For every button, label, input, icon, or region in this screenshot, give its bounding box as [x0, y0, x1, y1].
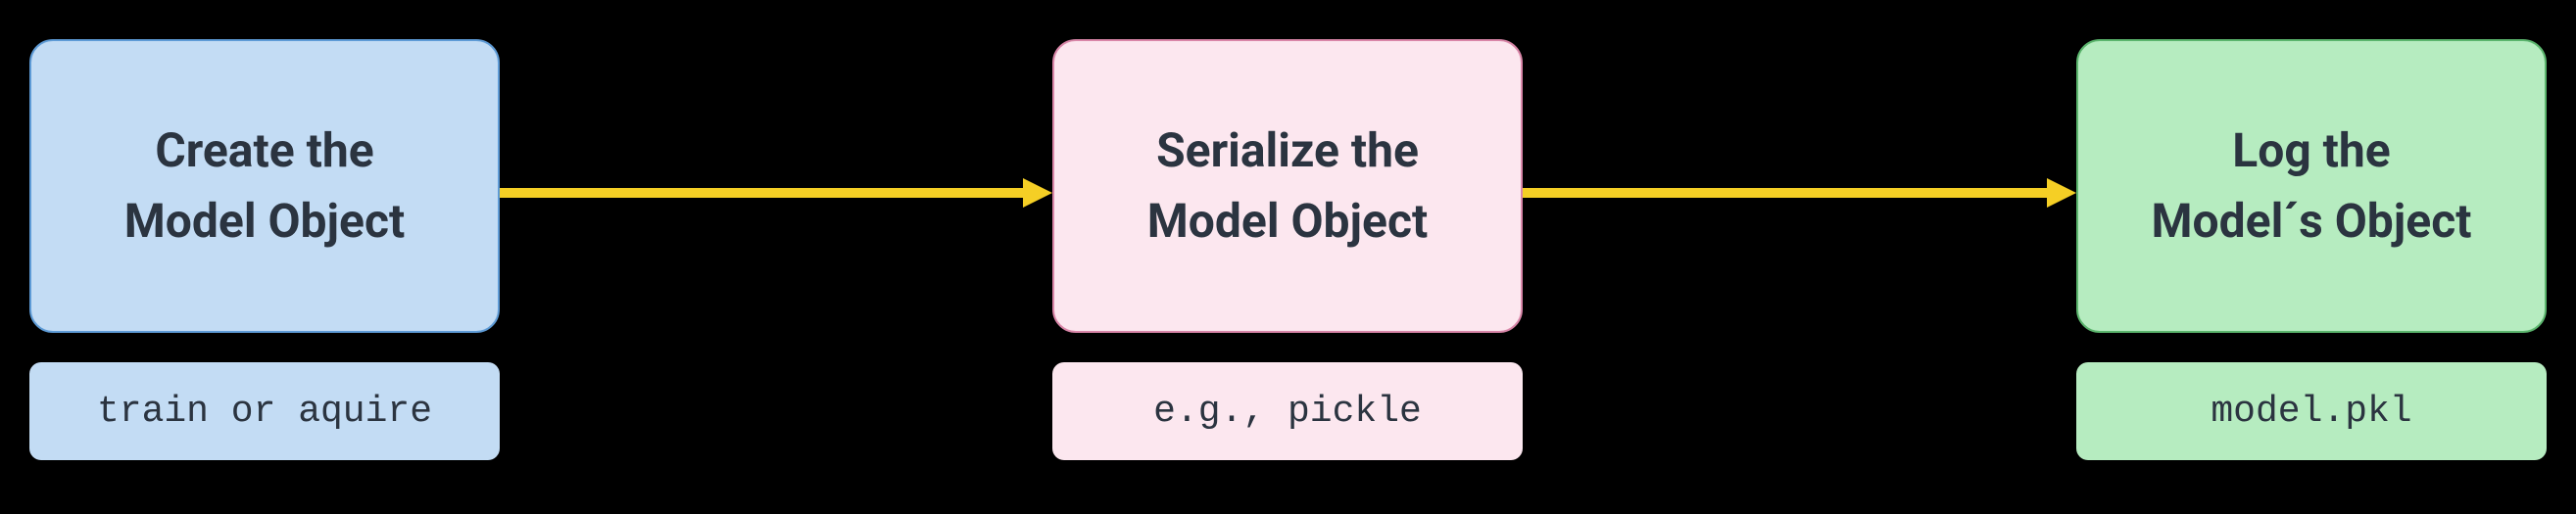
step-serialize-title-1: Serialize the — [1156, 126, 1419, 175]
step-create-title-2: Model Object — [124, 197, 405, 246]
step-create-sub: train or aquire — [29, 362, 500, 460]
step-serialize-box: Serialize the Model Object — [1052, 39, 1523, 333]
step-log-title-1: Log the — [2232, 126, 2390, 175]
step-create-subtitle: train or aquire — [97, 391, 432, 433]
step-log-box: Log the Model´s Object — [2076, 39, 2547, 333]
step-serialize-subtitle: e.g., pickle — [1153, 391, 1422, 433]
arrow-2 — [1523, 186, 2076, 200]
step-serialize: Serialize the Model Object e.g., pickle — [1052, 39, 1523, 460]
step-create-title-1: Create the — [155, 126, 373, 175]
step-serialize-title-2: Model Object — [1147, 197, 1428, 246]
step-create-box: Create the Model Object — [29, 39, 500, 333]
step-log-sub: model.pkl — [2076, 362, 2547, 460]
arrow-right-icon — [1523, 173, 2076, 212]
arrow-1 — [500, 186, 1052, 200]
step-log-title-2: Model´s Object — [2152, 197, 2472, 246]
step-log-subtitle: model.pkl — [2211, 391, 2411, 433]
step-serialize-sub: e.g., pickle — [1052, 362, 1523, 460]
step-log: Log the Model´s Object model.pkl — [2076, 39, 2547, 460]
arrow-right-icon — [500, 173, 1052, 212]
step-create: Create the Model Object train or aquire — [29, 39, 500, 460]
